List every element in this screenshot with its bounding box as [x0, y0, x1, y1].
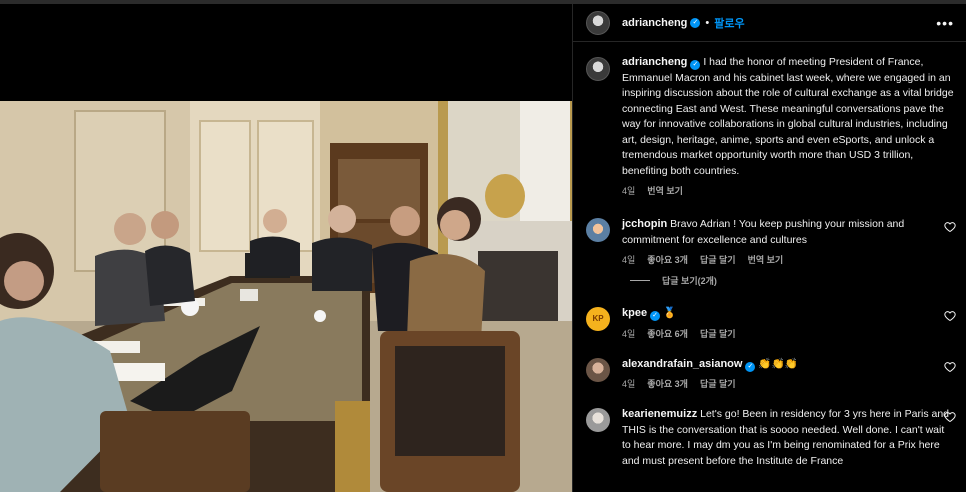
- commenter-username[interactable]: kearienemuizz: [622, 408, 697, 420]
- author-username[interactable]: adriancheng: [622, 17, 687, 29]
- comment-time[interactable]: 4일: [622, 377, 635, 390]
- comment-item: KP kpee ✓ 🏅 4일 좋아요 6개 답글 달기: [573, 306, 966, 340]
- verified-badge-icon: ✓: [690, 60, 701, 70]
- verified-badge-icon: ✓: [650, 311, 661, 321]
- caption-text-block: adriancheng ✓ I had the honor of meeting …: [622, 55, 954, 179]
- heart-icon[interactable]: [944, 361, 956, 373]
- commenter-avatar[interactable]: [586, 408, 610, 432]
- post-header: adriancheng ✓ • 팔로우 •••: [573, 4, 966, 42]
- reply-button[interactable]: 답글 달기: [700, 377, 736, 390]
- comment-emoji: 🏅: [663, 307, 677, 319]
- comment-item: kearienemuizz Let's go! Been in residenc…: [573, 407, 966, 469]
- post-side-panel: adriancheng ✓ • 팔로우 ••• adriancheng ✓ I h…: [572, 4, 966, 492]
- commenter-username[interactable]: kpee: [622, 307, 647, 319]
- commenter-username[interactable]: jcchopin: [622, 218, 667, 230]
- translate-button[interactable]: 번역 보기: [748, 253, 784, 266]
- replies-divider: [630, 280, 650, 281]
- caption-meta: 4일 번역 보기: [622, 184, 954, 197]
- verified-badge-icon: ✓: [745, 361, 756, 372]
- commenter-username[interactable]: alexandrafain_asianow: [622, 358, 742, 370]
- caption-translate-button[interactable]: 번역 보기: [647, 184, 683, 197]
- heart-icon[interactable]: [944, 411, 956, 423]
- comment-likes[interactable]: 좋아요 3개: [647, 377, 688, 390]
- comment-meta: 4일 좋아요 6개 답글 달기: [622, 327, 952, 340]
- commenter-avatar[interactable]: KP: [586, 307, 610, 331]
- view-replies-label: 답글 보기(2개): [662, 276, 717, 286]
- comment-item: alexandrafain_asianow ✓ 👏👏👏 4일 좋아요 3개 답글 …: [573, 357, 966, 391]
- caption-time[interactable]: 4일: [622, 184, 635, 197]
- commenter-avatar[interactable]: [586, 218, 610, 242]
- comment-time[interactable]: 4일: [622, 253, 635, 266]
- comment-meta: 4일 좋아요 3개 답글 달기 번역 보기: [622, 253, 952, 266]
- caption-author-avatar[interactable]: [586, 57, 610, 81]
- comment-likes[interactable]: 좋아요 3개: [647, 253, 688, 266]
- comment-meta: 4일 좋아요 3개 답글 달기: [622, 377, 952, 390]
- follow-button[interactable]: 팔로우: [714, 15, 744, 31]
- comment-likes[interactable]: 좋아요 6개: [647, 327, 688, 340]
- comment-emoji: 👏👏👏: [758, 357, 798, 370]
- heart-icon[interactable]: [944, 310, 956, 322]
- separator-dot: •: [705, 16, 710, 29]
- comment-item: jcchopin Bravo Adrian ! You keep pushing…: [573, 217, 966, 266]
- media-pane: [0, 4, 572, 492]
- reply-button[interactable]: 답글 달기: [700, 253, 736, 266]
- verified-badge-icon: ✓: [690, 17, 701, 28]
- heart-icon[interactable]: [944, 221, 956, 233]
- post-caption: adriancheng ✓ I had the honor of meeting …: [573, 42, 966, 197]
- more-options-icon[interactable]: •••: [936, 15, 954, 31]
- meeting-photo: [0, 101, 572, 492]
- view-replies-button[interactable]: 답글 보기(2개): [630, 274, 966, 287]
- comment-time[interactable]: 4일: [622, 327, 635, 340]
- caption-text: I had the honor of meeting President of …: [622, 56, 954, 177]
- post-photo[interactable]: [0, 101, 572, 492]
- author-avatar[interactable]: [586, 10, 610, 35]
- reply-button[interactable]: 답글 달기: [700, 327, 736, 340]
- caption-author-username[interactable]: adriancheng: [622, 56, 687, 68]
- commenter-avatar[interactable]: [586, 357, 610, 382]
